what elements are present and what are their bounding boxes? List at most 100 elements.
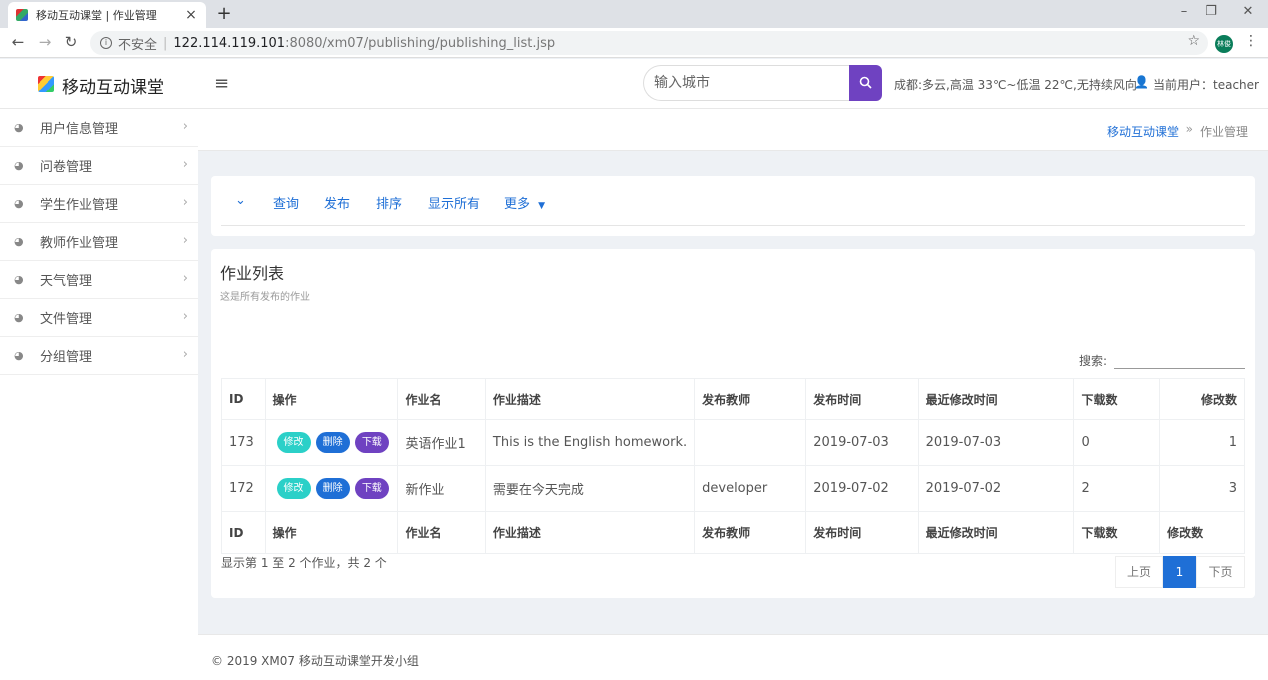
caret-down-icon: ▼ (538, 201, 546, 211)
page-1-button[interactable]: 1 (1163, 556, 1196, 588)
dashboard-icon: ◕ (14, 235, 24, 248)
cell-downloads: 2 (1073, 465, 1161, 512)
cell-id: 173 (221, 419, 266, 466)
table-search-input[interactable] (1114, 349, 1245, 369)
cell-modified: 2019-07-02 (917, 465, 1075, 512)
cell-edits: 3 (1159, 465, 1245, 512)
delete-button[interactable]: 删除 (315, 432, 350, 453)
query-button[interactable]: 查询 (273, 193, 299, 212)
restore-icon[interactable]: ❐ (1201, 4, 1221, 19)
dashboard-icon: ◕ (14, 311, 24, 324)
sidebar-item-files[interactable]: ◕ 文件管理 › (0, 299, 198, 337)
prev-page-button[interactable]: 上页 (1115, 556, 1163, 588)
more-dropdown-button[interactable]: 更多 ▼ (504, 193, 545, 212)
city-search-button[interactable] (849, 65, 882, 101)
sort-button[interactable]: 排序 (376, 193, 402, 212)
dashboard-icon: ◕ (14, 159, 24, 172)
search-icon (859, 76, 872, 89)
insecure-label: 不安全 (118, 37, 158, 53)
sidebar-item-student-homework[interactable]: ◕ 学生作业管理 › (0, 185, 198, 223)
url-divider: | (163, 35, 168, 51)
next-page-button[interactable]: 下页 (1196, 556, 1245, 588)
weather-text: 成都:多云,高温 33℃~低温 22℃,无持续风向 (894, 78, 1137, 92)
minimize-icon[interactable]: – (1174, 4, 1194, 19)
address-bar: ← → ↻ i 不安全 | 122.114.119.101 :8080/xm07… (0, 28, 1268, 58)
breadcrumb-separator: » (1185, 122, 1193, 136)
tab-title: 移动互动课堂 | 作业管理 (36, 9, 157, 22)
col-header-modified[interactable]: 最近修改时间 (917, 378, 1075, 420)
reload-icon[interactable]: ↻ (61, 33, 81, 51)
browser-menu-icon[interactable]: ⋮ (1244, 33, 1258, 49)
col-header-name[interactable]: 作业名 (397, 378, 486, 420)
edit-button[interactable]: 修改 (276, 478, 311, 499)
table-row: 172 修改 删除 下载 新作业 需要在今天完成 developer 2019-… (221, 465, 1245, 512)
cell-name: 新作业 (397, 465, 486, 512)
chevron-right-icon: › (182, 157, 188, 172)
browser-tab-strip: 移动互动课堂 | 作业管理 × + – ❐ ✕ (0, 0, 1268, 28)
url-path: :8080/xm07/publishing/publishing_list.js… (285, 35, 556, 51)
show-all-button[interactable]: 显示所有 (428, 193, 480, 212)
url-host: 122.114.119.101 (173, 35, 286, 51)
foot-header-name: 作业名 (397, 511, 486, 554)
col-header-desc[interactable]: 作业描述 (484, 378, 696, 420)
cell-downloads: 0 (1073, 419, 1161, 466)
menu-toggle-icon[interactable]: ≡ (214, 73, 229, 94)
app-header: 移动互动课堂 ≡ 成都:多云,高温 33℃~低温 22℃,无持续风向 👤 当前用… (0, 59, 1268, 109)
new-tab-button[interactable]: + (214, 3, 234, 24)
city-search-input[interactable] (643, 65, 849, 101)
close-tab-icon[interactable]: × (184, 7, 198, 23)
foot-header-published: 发布时间 (805, 511, 919, 554)
info-icon[interactable]: i (100, 37, 112, 49)
col-header-id[interactable]: ID (221, 378, 266, 420)
favicon-icon (16, 9, 28, 21)
cell-teacher (694, 419, 807, 466)
page-footer: © 2019 XM07 移动互动课堂开发小组 (198, 634, 1268, 680)
bookmark-star-icon[interactable]: ☆ (1187, 33, 1200, 49)
pagination: 上页 1 下页 (1115, 556, 1245, 588)
download-button[interactable]: 下载 (354, 478, 389, 499)
col-header-edits[interactable]: 修改数 (1159, 378, 1245, 420)
table-header: ID 操作 作业名 作业描述 发布教师 发布时间 最近修改时间 下载数 修改数 (221, 378, 1245, 420)
sidebar-item-teacher-homework[interactable]: ◕ 教师作业管理 › (0, 223, 198, 261)
sidebar: ◕ 用户信息管理 › ◕ 问卷管理 › ◕ 学生作业管理 › ◕ 教师作业管理 … (0, 109, 198, 680)
sidebar-item-groups[interactable]: ◕ 分组管理 › (0, 337, 198, 375)
chevron-right-icon: › (182, 347, 188, 362)
edit-button[interactable]: 修改 (276, 432, 311, 453)
sidebar-item-weather[interactable]: ◕ 天气管理 › (0, 261, 198, 299)
list-subtitle: 这是所有发布的作业 (220, 292, 310, 303)
logo-icon (38, 76, 54, 92)
col-header-teacher[interactable]: 发布教师 (694, 378, 807, 420)
profile-avatar[interactable]: 林俊 (1215, 35, 1233, 53)
sidebar-item-label: 文件管理 (40, 312, 93, 327)
breadcrumb-current: 作业管理 (1199, 125, 1248, 139)
collapse-chevron-icon[interactable]: ⌄ (235, 193, 246, 208)
delete-button[interactable]: 删除 (315, 478, 350, 499)
close-window-icon[interactable]: ✕ (1238, 4, 1258, 19)
foot-header-modified: 最近修改时间 (917, 511, 1075, 554)
breadcrumb-home-link[interactable]: 移动互动课堂 (1107, 123, 1179, 140)
homework-table: ID 操作 作业名 作业描述 发布教师 发布时间 最近修改时间 下载数 修改数 … (221, 378, 1245, 554)
footer-copyright: © 2019 XM07 移动互动课堂开发小组 (211, 654, 419, 668)
pagination-info: 显示第 1 至 2 个作业，共 2 个 (221, 556, 387, 570)
foot-header-desc: 作业描述 (484, 511, 696, 554)
sidebar-item-label: 用户信息管理 (40, 122, 119, 137)
table-footer: ID 操作 作业名 作业描述 发布教师 发布时间 最近修改时间 下载数 修改数 (221, 511, 1245, 554)
foot-header-actions: 操作 (264, 511, 399, 554)
url-field[interactable]: i 不安全 | 122.114.119.101 :8080/xm07/publi… (90, 31, 1208, 55)
download-button[interactable]: 下载 (354, 432, 389, 453)
list-title: 作业列表 (220, 264, 285, 283)
sidebar-item-survey[interactable]: ◕ 问卷管理 › (0, 147, 198, 185)
publish-button[interactable]: 发布 (324, 193, 350, 212)
breadcrumb: 移动互动课堂 » 作业管理 (198, 109, 1268, 151)
forward-icon[interactable]: → (35, 33, 55, 51)
sidebar-item-label: 问卷管理 (40, 160, 93, 175)
col-header-published[interactable]: 发布时间 (805, 378, 919, 420)
dashboard-icon: ◕ (14, 197, 24, 210)
cell-published: 2019-07-02 (805, 465, 919, 512)
col-header-downloads[interactable]: 下载数 (1073, 378, 1161, 420)
toolbar-card: ⌄ 查询 发布 排序 显示所有 更多 ▼ (211, 176, 1255, 236)
back-icon[interactable]: ← (8, 33, 28, 51)
sidebar-item-user-info[interactable]: ◕ 用户信息管理 › (0, 109, 198, 147)
cell-id: 172 (221, 465, 266, 512)
browser-tab[interactable]: 移动互动课堂 | 作业管理 × (8, 2, 206, 28)
